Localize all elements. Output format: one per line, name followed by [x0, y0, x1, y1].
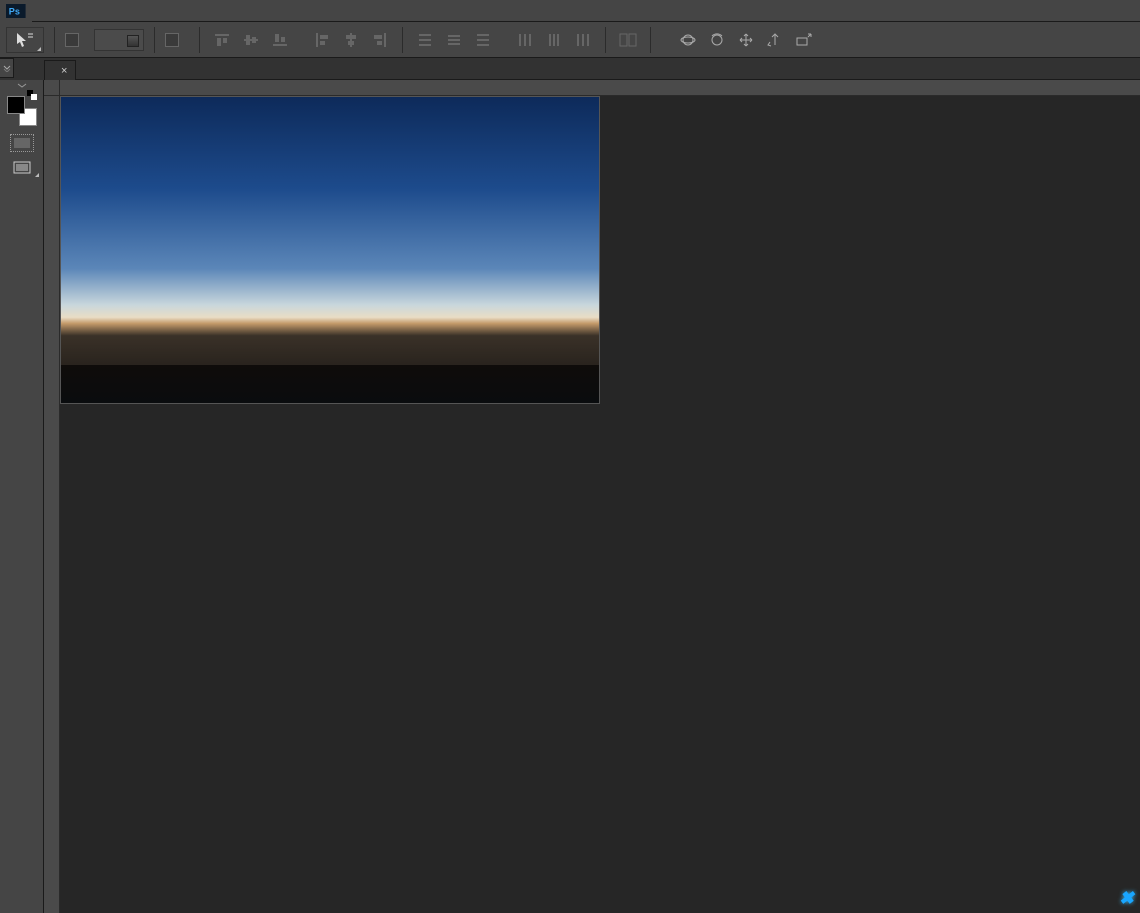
tools-panel [0, 80, 44, 913]
screen-mode-button[interactable] [8, 158, 36, 178]
align-right-edges-icon [368, 28, 392, 52]
distribute-top-icon [413, 28, 437, 52]
default-colors-icon[interactable] [27, 90, 37, 100]
distribute-left-icon [513, 28, 537, 52]
divider [650, 27, 651, 53]
divider [154, 27, 155, 53]
water-reflection [61, 365, 599, 403]
app-logo: Ps [0, 0, 32, 22]
distribute-bottom-icon [471, 28, 495, 52]
show-transform-checkbox[interactable] [165, 33, 183, 47]
3d-scale-icon[interactable] [792, 28, 816, 52]
align-left-edges-icon [310, 28, 334, 52]
divider [54, 27, 55, 53]
canvas-area[interactable] [44, 80, 1140, 913]
watermark-logo-icon: ✖ [1119, 888, 1134, 908]
checkbox-icon [165, 33, 179, 47]
distribute-right-icon [571, 28, 595, 52]
active-tool-indicator[interactable] [6, 27, 44, 53]
toolbar-collapse-grip[interactable] [0, 58, 14, 78]
ruler-origin[interactable] [44, 80, 60, 96]
options-bar [0, 22, 1140, 58]
3d-orbit-icon[interactable] [676, 28, 700, 52]
distribute-vcenter-icon [442, 28, 466, 52]
foreground-color-swatch[interactable] [7, 96, 25, 114]
divider [402, 27, 403, 53]
close-icon[interactable]: × [61, 65, 67, 77]
align-vcenter-icon [239, 28, 263, 52]
horizontal-ruler[interactable] [60, 80, 1140, 96]
document-image[interactable] [60, 96, 600, 404]
quick-mask-button[interactable] [10, 134, 34, 152]
panel-grip-icon[interactable] [0, 82, 44, 90]
align-top-edges-icon [210, 28, 234, 52]
divider [605, 27, 606, 53]
3d-pan-icon[interactable] [734, 28, 758, 52]
align-bottom-edges-icon [268, 28, 292, 52]
menu-bar: Ps [0, 0, 1140, 22]
vertical-ruler[interactable] [44, 96, 60, 913]
divider [199, 27, 200, 53]
auto-align-icon [616, 28, 640, 52]
document-tab[interactable]: × [44, 60, 76, 80]
svg-text:Ps: Ps [9, 6, 20, 16]
document-tab-bar: × [44, 58, 1140, 80]
3d-roll-icon[interactable] [705, 28, 729, 52]
workspace [0, 80, 1140, 913]
3d-slide-icon[interactable] [763, 28, 787, 52]
distribute-hcenter-icon [542, 28, 566, 52]
auto-select-dropdown[interactable] [94, 29, 144, 51]
align-hcenter-icon [339, 28, 363, 52]
canvas-viewport[interactable] [60, 96, 1140, 913]
watermark: ✖ [1119, 889, 1134, 909]
color-swatches[interactable] [7, 96, 37, 126]
auto-select-checkbox[interactable] [65, 33, 83, 47]
sky-gradient [61, 97, 599, 403]
checkbox-icon [65, 33, 79, 47]
